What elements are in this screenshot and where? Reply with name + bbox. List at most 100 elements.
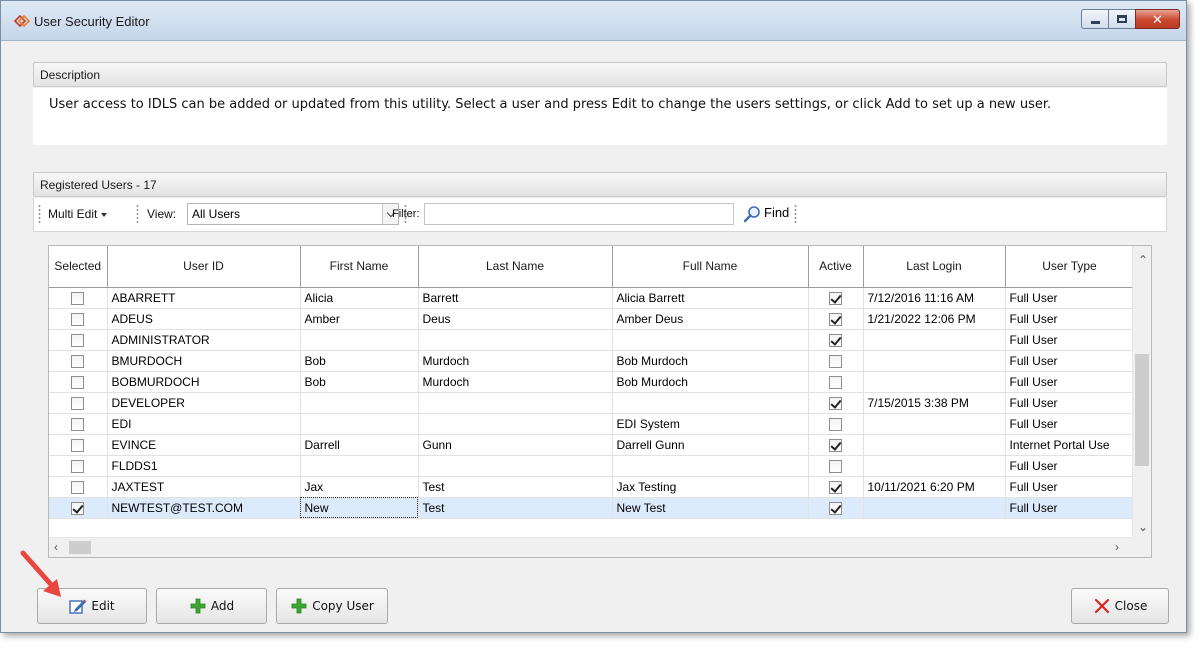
table-row[interactable]: DEVELOPER 7/15/2015 3:38 PM Full User	[49, 392, 1135, 414]
maximize-button[interactable]	[1108, 9, 1135, 29]
column-header-selected[interactable]: Selected	[49, 246, 108, 288]
selected-cell[interactable]	[49, 413, 108, 435]
user-type-cell[interactable]: Full User	[1005, 287, 1135, 309]
active-checkbox[interactable]	[829, 312, 842, 326]
active-cell[interactable]	[808, 413, 864, 435]
horizontal-scrollbar[interactable]: ‹ ›	[49, 537, 1134, 557]
vertical-scroll-thumb[interactable]	[1135, 354, 1149, 466]
copy-user-button[interactable]: Copy User	[276, 588, 388, 624]
view-select[interactable]: All Users	[187, 203, 399, 225]
minimize-button[interactable]	[1081, 9, 1108, 29]
active-cell[interactable]	[808, 350, 864, 372]
active-cell[interactable]	[808, 455, 864, 477]
full-name-cell[interactable]: EDI System	[612, 413, 809, 435]
selected-checkbox[interactable]	[71, 375, 85, 389]
full-name-cell[interactable]: New Test	[612, 497, 809, 519]
find-button[interactable]: Find	[742, 204, 789, 224]
user-type-cell[interactable]: Full User	[1005, 455, 1135, 477]
first-name-cell[interactable]	[300, 329, 419, 351]
full-name-cell[interactable]: Darrell Gunn	[612, 434, 809, 456]
last-login-cell[interactable]: 10/11/2021 6:20 PM	[863, 476, 1006, 498]
first-name-cell[interactable]	[300, 455, 419, 477]
selected-checkbox[interactable]	[71, 438, 85, 452]
user-id-cell[interactable]: NEWTEST@TEST.COM	[107, 497, 301, 519]
active-checkbox[interactable]	[829, 417, 842, 431]
user-type-cell[interactable]: Full User	[1005, 350, 1135, 372]
active-cell[interactable]	[808, 287, 864, 309]
column-header-full-name[interactable]: Full Name	[612, 246, 809, 288]
filter-input[interactable]	[424, 203, 734, 225]
table-row[interactable]: BOBMURDOCH Bob Murdoch Bob Murdoch Full User	[49, 371, 1135, 393]
title-bar[interactable]: User Security Editor ✕	[1, 1, 1186, 41]
last-login-cell[interactable]	[863, 371, 1006, 393]
full-name-cell[interactable]: Jax Testing	[612, 476, 809, 498]
scroll-down-icon[interactable]: ⌄	[1138, 521, 1148, 533]
column-header-active[interactable]: Active	[808, 246, 864, 288]
selected-cell[interactable]	[49, 434, 108, 456]
last-login-cell[interactable]	[863, 434, 1006, 456]
scroll-up-icon[interactable]: ⌃	[1138, 254, 1148, 266]
active-checkbox[interactable]	[829, 459, 842, 473]
active-checkbox[interactable]	[829, 333, 842, 347]
selected-checkbox[interactable]	[71, 417, 85, 431]
user-id-cell[interactable]: JAXTEST	[107, 476, 301, 498]
selected-cell[interactable]	[49, 329, 108, 351]
column-header-first-name[interactable]: First Name	[300, 246, 419, 288]
full-name-cell[interactable]: Bob Murdoch	[612, 371, 809, 393]
close-button[interactable]: Close	[1071, 588, 1169, 624]
user-type-cell[interactable]: Full User	[1005, 413, 1135, 435]
selected-cell[interactable]	[49, 497, 108, 519]
last-login-cell[interactable]	[863, 350, 1006, 372]
table-row[interactable]: JAXTEST Jax Test Jax Testing 10/11/2021 6:20…	[49, 476, 1135, 498]
active-cell[interactable]	[808, 329, 864, 351]
user-type-cell[interactable]: Full User	[1005, 497, 1135, 519]
full-name-cell[interactable]: Alicia Barrett	[612, 287, 809, 309]
user-id-cell[interactable]: EVINCE	[107, 434, 301, 456]
user-id-cell[interactable]: EDI	[107, 413, 301, 435]
scroll-right-icon[interactable]: ›	[1115, 541, 1119, 553]
user-id-cell[interactable]: BOBMURDOCH	[107, 371, 301, 393]
window-close-button[interactable]: ✕	[1135, 9, 1180, 29]
active-checkbox[interactable]	[829, 291, 842, 305]
selected-checkbox[interactable]	[71, 459, 85, 473]
full-name-cell[interactable]: Bob Murdoch	[612, 350, 809, 372]
first-name-cell[interactable]	[300, 413, 419, 435]
column-header-last-name[interactable]: Last Name	[418, 246, 613, 288]
user-type-cell[interactable]: Full User	[1005, 392, 1135, 414]
table-row[interactable]: BMURDOCH Bob Murdoch Bob Murdoch Full User	[49, 350, 1135, 372]
first-name-cell[interactable]	[300, 392, 419, 414]
users-grid[interactable]: Selected User ID First Name Last Name Full N…	[48, 245, 1152, 558]
selected-cell[interactable]	[49, 287, 108, 309]
first-name-cell[interactable]: Alicia	[300, 287, 419, 309]
table-row[interactable]: EDI EDI System Full User	[49, 413, 1135, 435]
column-header-last-login[interactable]: Last Login	[863, 246, 1006, 288]
table-row[interactable]: NEWTEST@TEST.COM New Test New Test Full User	[49, 497, 1135, 519]
active-cell[interactable]	[808, 308, 864, 330]
first-name-cell[interactable]: New	[300, 497, 419, 519]
table-row[interactable]: FLDDS1 Full User	[49, 455, 1135, 477]
last-login-cell[interactable]: 7/12/2016 11:16 AM	[863, 287, 1006, 309]
selected-checkbox[interactable]	[71, 480, 85, 494]
selected-checkbox[interactable]	[71, 354, 85, 368]
full-name-cell[interactable]	[612, 329, 809, 351]
first-name-cell[interactable]: Darrell	[300, 434, 419, 456]
last-login-cell[interactable]	[863, 329, 1006, 351]
user-type-cell[interactable]: Full User	[1005, 371, 1135, 393]
multi-edit-dropdown[interactable]: Multi Edit	[48, 207, 108, 221]
last-name-cell[interactable]	[418, 413, 613, 435]
active-checkbox[interactable]	[829, 501, 842, 515]
last-name-cell[interactable]	[418, 392, 613, 414]
user-id-cell[interactable]: BMURDOCH	[107, 350, 301, 372]
selected-checkbox[interactable]	[71, 396, 85, 410]
selected-checkbox[interactable]	[71, 312, 85, 326]
full-name-cell[interactable]: Amber Deus	[612, 308, 809, 330]
active-cell[interactable]	[808, 371, 864, 393]
last-login-cell[interactable]: 1/21/2022 12:06 PM	[863, 308, 1006, 330]
active-cell[interactable]	[808, 497, 864, 519]
add-button[interactable]: Add	[156, 588, 267, 624]
user-id-cell[interactable]: DEVELOPER	[107, 392, 301, 414]
selected-checkbox[interactable]	[71, 333, 85, 347]
last-name-cell[interactable]: Murdoch	[418, 371, 613, 393]
selected-checkbox[interactable]	[71, 291, 85, 305]
last-name-cell[interactable]	[418, 329, 613, 351]
